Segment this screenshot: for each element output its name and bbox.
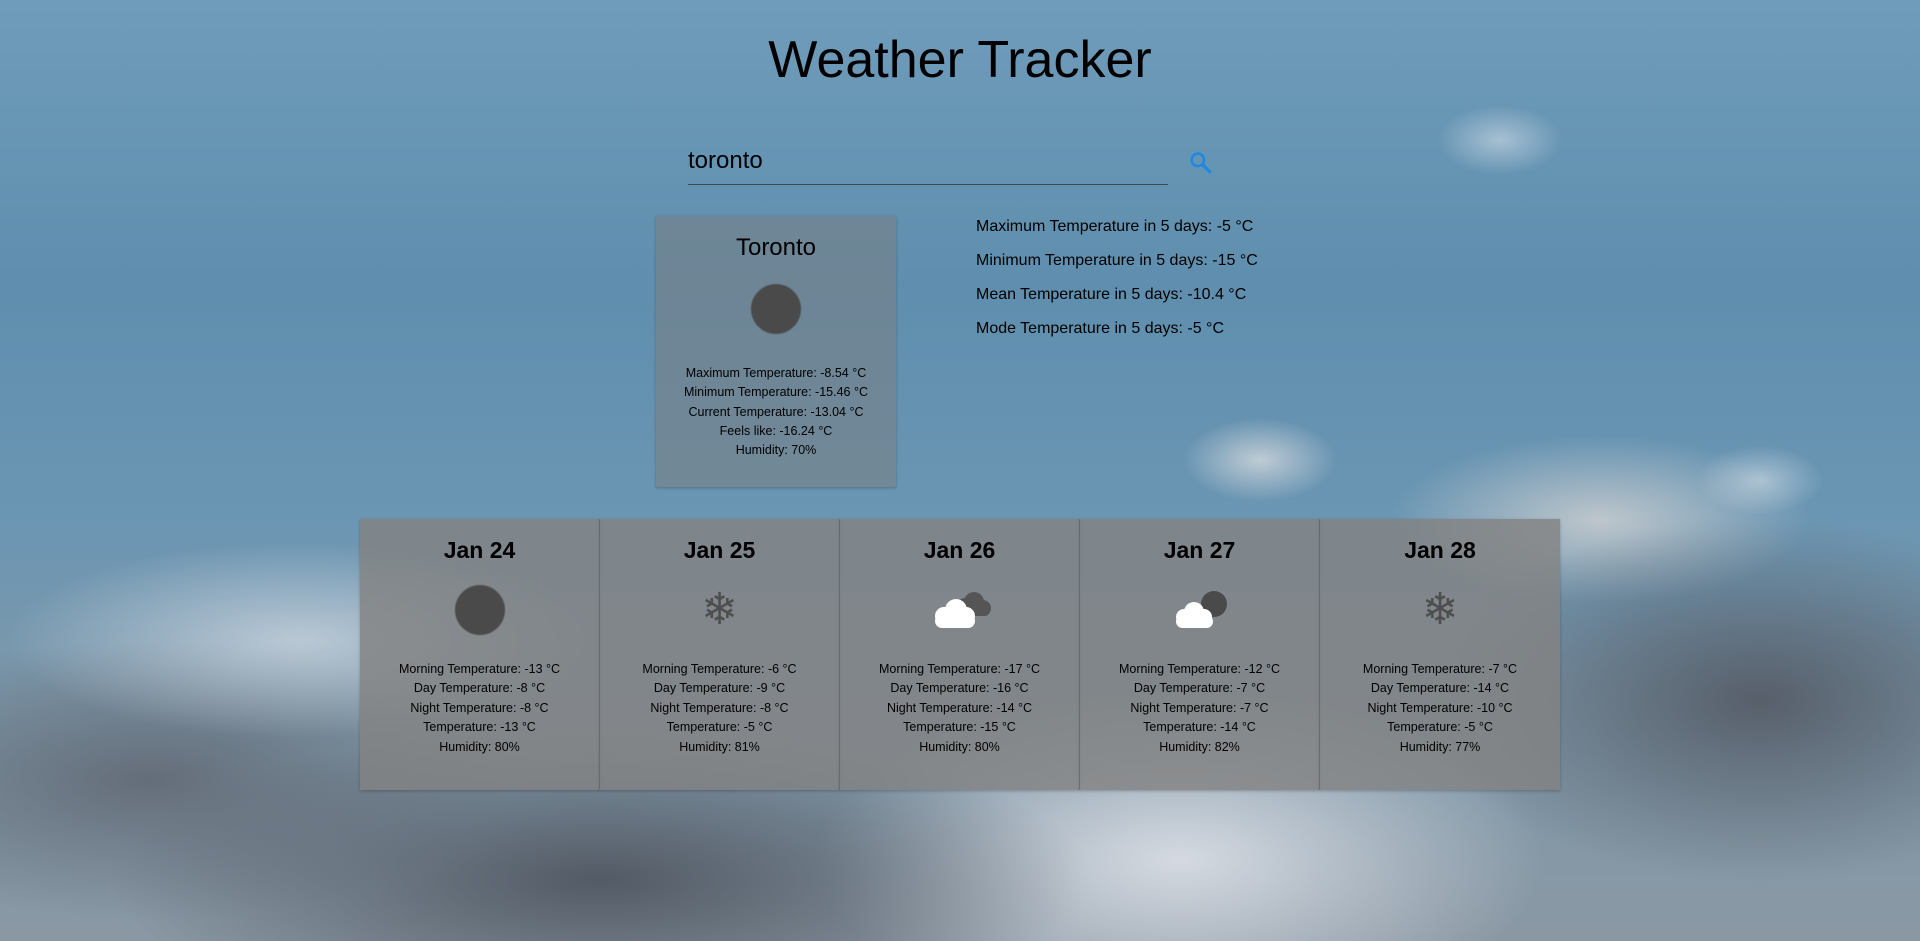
forecast-night-temp: Night Temperature: -8 °C: [410, 700, 549, 715]
forecast-humidity: Humidity: 82%: [1159, 739, 1240, 754]
forecast-card: Jan 26 Morning Temperature: -17 °C Day T…: [840, 519, 1080, 790]
current-city-name: Toronto: [735, 234, 817, 261]
current-humidity: Humidity: 70%: [735, 443, 817, 458]
summary-mean: Mean Temperature in 5 days: -10.4 °C: [976, 286, 1247, 303]
forecast-humidity: Humidity: 80%: [919, 739, 1000, 754]
cloudy-icon: [934, 592, 991, 628]
current-feels-like: Feels like: -16.24 °C: [719, 423, 833, 438]
summary-max: Maximum Temperature in 5 days: -5 °C: [976, 218, 1254, 235]
current-stats: Maximum Temperature: -8.54 °C Minimum Te…: [656, 364, 896, 460]
forecast-morning-temp: Morning Temperature: -12 °C: [1118, 662, 1281, 676]
five-day-summary: Maximum Temperature in 5 days: -5 °C Min…: [976, 216, 1258, 352]
forecast-temp: Temperature: -13 °C: [423, 720, 536, 735]
forecast-humidity: Humidity: 80%: [439, 739, 520, 754]
forecast-humidity: Humidity: 77%: [1399, 739, 1481, 754]
forecast-icon-wrap: ❄: [1320, 584, 1560, 636]
forecast-day-temp: Day Temperature: -16 °C: [890, 681, 1029, 696]
current-min-temp: Minimum Temperature: -15.46 °C: [683, 385, 868, 400]
page-title: Weather Tracker: [768, 31, 1152, 89]
search-field: [688, 140, 1168, 185]
forecast-icon-wrap: [360, 584, 599, 636]
search-icon: [1190, 152, 1212, 174]
forecast-date: Jan 25: [683, 537, 756, 563]
dark-circle-icon: [454, 585, 505, 635]
search-input[interactable]: [688, 140, 1168, 182]
forecast-humidity: Humidity: 81%: [679, 739, 760, 754]
dark-circle-icon: [751, 284, 801, 334]
summary-mode: Mode Temperature in 5 days: -5 °C: [976, 320, 1224, 337]
forecast-night-temp: Night Temperature: -7 °C: [1130, 700, 1269, 715]
forecast-day-temp: Day Temperature: -14 °C: [1370, 681, 1510, 696]
partly-cloudy-icon: [1175, 591, 1227, 628]
forecast-icon-wrap: ❄: [600, 584, 839, 636]
forecast-card: Jan 27 Morning Temperature: -12 °C Day T…: [1080, 519, 1320, 790]
forecast-row: Jan 24 Morning Temperature: -13 °C Day T…: [360, 519, 1560, 790]
forecast-stats: Morning Temperature: -6 °C Day Temperatu…: [600, 660, 839, 757]
forecast-stats: Morning Temperature: -13 °C Day Temperat…: [360, 660, 599, 757]
forecast-morning-temp: Morning Temperature: -6 °C: [642, 662, 797, 676]
current-weather-card: Toronto Maximum Temperature: -8.54 °C Mi…: [656, 216, 896, 487]
forecast-stats: Morning Temperature: -12 °C Day Temperat…: [1080, 660, 1319, 757]
forecast-night-temp: Night Temperature: -10 °C: [1367, 700, 1513, 715]
forecast-temp: Temperature: -5 °C: [666, 720, 773, 735]
forecast-date: Jan 26: [923, 537, 996, 563]
forecast-card: Jan 28 ❄ Morning Temperature: -7 °C Day …: [1320, 519, 1560, 790]
summary-min: Minimum Temperature in 5 days: -15 °C: [976, 252, 1258, 269]
forecast-icon-wrap: [840, 584, 1079, 636]
forecast-icon-wrap: [1080, 584, 1319, 636]
snowflake-icon: ❄: [701, 585, 738, 634]
forecast-stats: Morning Temperature: -17 °C Day Temperat…: [840, 660, 1079, 757]
search-button[interactable]: [1186, 148, 1216, 178]
forecast-card: Jan 24 Morning Temperature: -13 °C Day T…: [360, 519, 600, 790]
current-temp: Current Temperature: -13.04 °C: [688, 404, 864, 419]
forecast-stats: Morning Temperature: -7 °C Day Temperatu…: [1320, 660, 1560, 757]
forecast-morning-temp: Morning Temperature: -17 °C: [878, 662, 1041, 676]
forecast-date: Jan 28: [1404, 537, 1476, 563]
forecast-date: Jan 24: [443, 537, 516, 563]
forecast-temp: Temperature: -14 °C: [1143, 720, 1256, 735]
forecast-morning-temp: Morning Temperature: -7 °C: [1362, 662, 1518, 676]
forecast-temp: Temperature: -5 °C: [1387, 720, 1493, 735]
snowflake-icon: ❄: [1421, 585, 1459, 634]
forecast-night-temp: Night Temperature: -14 °C: [886, 700, 1033, 715]
forecast-card: Jan 25 ❄ Morning Temperature: -6 °C Day …: [600, 519, 840, 790]
weather-page: Weather Tracker Toronto Maximum Temperat…: [0, 0, 1920, 941]
forecast-day-temp: Day Temperature: -8 °C: [413, 681, 546, 696]
forecast-day-temp: Day Temperature: -9 °C: [653, 681, 786, 696]
current-max-temp: Maximum Temperature: -8.54 °C: [685, 366, 867, 380]
forecast-night-temp: Night Temperature: -8 °C: [650, 700, 789, 715]
forecast-date: Jan 27: [1163, 537, 1236, 563]
forecast-morning-temp: Morning Temperature: -13 °C: [398, 662, 561, 676]
forecast-temp: Temperature: -15 °C: [903, 720, 1016, 735]
forecast-day-temp: Day Temperature: -7 °C: [1133, 681, 1266, 696]
